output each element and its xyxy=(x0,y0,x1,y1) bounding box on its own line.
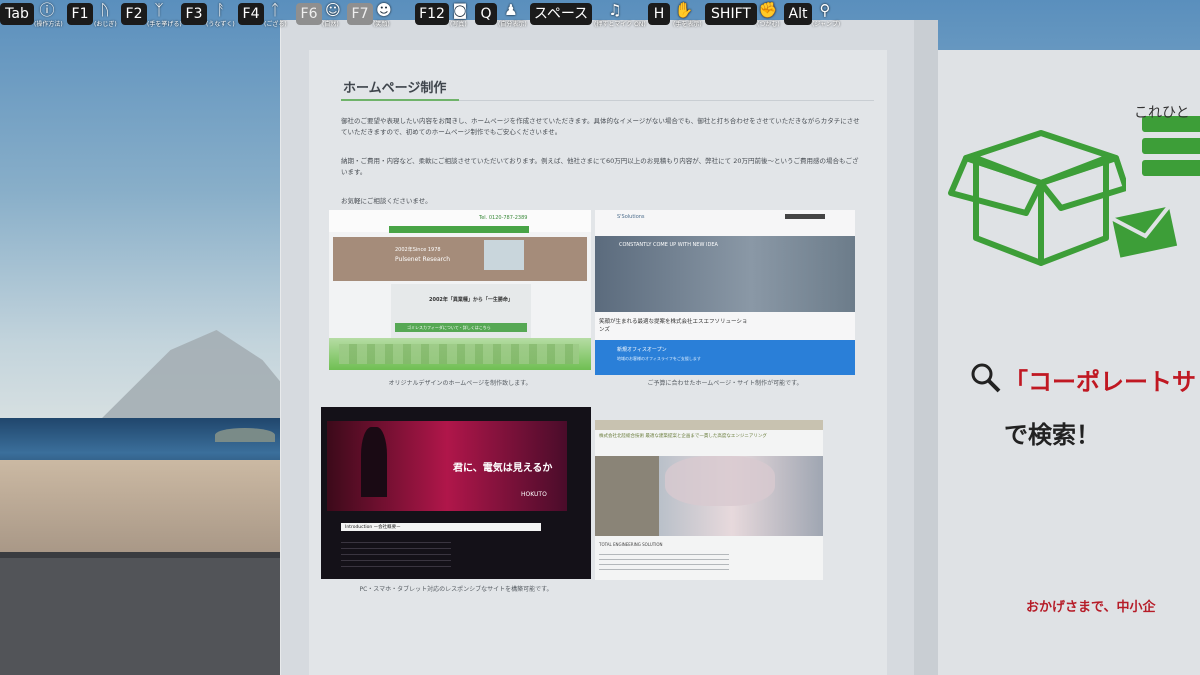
laugh-icon: ☻ xyxy=(376,1,392,19)
contact-paragraph: お気軽にご相談くださいませ。 xyxy=(341,197,432,205)
search-suffix: で検索！ xyxy=(1004,421,1100,449)
sample-site-1: Tel. 0120-787-2389 2002年Since 1978 Pulse… xyxy=(329,210,591,370)
shot2-hero: CONSTANTLY COME UP WITH NEW IDEA xyxy=(619,242,718,248)
key-f4[interactable]: F4 xyxy=(238,3,264,25)
shot1-tel: Tel. 0120-787-2389 xyxy=(479,215,528,221)
key-label: (手を表示) xyxy=(673,21,702,28)
ad-panel[interactable]: これひと 「コーポレートサ で検索！ おかげさまで、中小企 xyxy=(938,50,1200,675)
page-title: ホームページ制作 xyxy=(343,81,447,96)
island xyxy=(215,428,275,442)
shot2-blue-bar: 新規オフィスオープン xyxy=(617,347,667,353)
key-label: (操作方法) xyxy=(34,21,63,28)
grab-icon: ✊ xyxy=(758,1,778,19)
shot2-tagline: 笑顔が生まれる最適な提案を株式会社エスエフソリューションズ xyxy=(599,319,748,333)
key-f2[interactable]: F2 xyxy=(121,3,147,25)
box-icon xyxy=(948,130,1126,266)
key-label: (押すとマイク ON) xyxy=(594,21,646,28)
key-label: (自分表示) xyxy=(498,21,527,28)
sample-site-3: 君に、電気は見えるか HOKUTO Introduction ー会社概要ー xyxy=(321,407,591,579)
search-phrase: 「コーポレートサ xyxy=(1004,368,1196,396)
ad-footer: おかげさまで、中小企 xyxy=(1026,600,1156,615)
key-f7[interactable]: F7 xyxy=(347,3,373,25)
info-icon: ⓘ xyxy=(39,1,55,19)
key-label: (手を挙げる) xyxy=(147,21,182,28)
smile-icon: ☺ xyxy=(325,1,341,19)
raise-hand-icon: ᛉ xyxy=(154,1,164,19)
key-f3[interactable]: F3 xyxy=(181,3,207,25)
mail-icon xyxy=(1111,205,1178,258)
divider xyxy=(459,100,874,101)
key-f1[interactable]: F1 xyxy=(67,3,93,25)
shot3-headline: 君に、電気は見えるか xyxy=(453,463,553,474)
server-icon xyxy=(1142,116,1200,176)
key-shift[interactable]: SHIFT xyxy=(705,3,757,25)
shot3-brand: HOKUTO xyxy=(521,491,547,498)
key-label: (ジャンプ) xyxy=(812,21,841,28)
sample-site-4: 株式会社北陸総合技術 最適な建築提案と企画まで一貫した高度なエンジニアリング T… xyxy=(595,420,823,580)
key-hint-bar: Tab ⓘ (操作方法) F1 ᚢ (おじぎ) F2 ᛉ (手を挙げる) F3 … xyxy=(0,0,1200,30)
caption-3: PC・スマホ・タブレット対応のレスポンシブなサイトを構築可能です。 xyxy=(359,586,553,593)
shot1-hero-sub: Pulsenet Research xyxy=(395,256,451,263)
sample-site-2: S'Solutions CONSTANTLY COME UP WITH NEW … xyxy=(595,210,855,375)
shot1-banner: 2002年「異業種」から「一生勝命」 xyxy=(429,297,513,303)
key-label: (自然) xyxy=(322,21,339,28)
key-q[interactable]: Q xyxy=(475,3,497,25)
key-label: (写真) xyxy=(450,21,467,28)
nod-icon: ᚨ xyxy=(216,1,226,19)
webpage-poster: ホームページ制作 御社のご要望や表現したい内容をお聞きし、ホームページを作成させ… xyxy=(309,50,887,675)
key-space[interactable]: スペース xyxy=(530,3,592,25)
search-icon xyxy=(971,363,1001,393)
shot1-hero-title: 2002年Since 1978 xyxy=(395,247,441,253)
shot2-blue-sub: 地域のお客様のオフィスライフをご支援します xyxy=(617,356,701,361)
key-label: (おじぎ) xyxy=(94,21,117,28)
caption-2: ご予算に合わせたホームページ・サイト制作が可能です。 xyxy=(647,380,803,387)
point-icon: ᛏ xyxy=(270,1,280,19)
jump-icon: ⚲ xyxy=(819,1,831,19)
shot1-cta: ゴミレスカフィーダについて・詳しくはこちら xyxy=(407,325,491,330)
key-alt[interactable]: Alt xyxy=(784,3,812,25)
key-label: (笑顔) xyxy=(373,21,390,28)
key-h[interactable]: H xyxy=(648,3,670,25)
intro-paragraph: 御社のご要望や表現したい内容をお聞きし、ホームページを作成させていただきます。具… xyxy=(341,117,860,136)
camera-icon: ◙ xyxy=(452,1,468,19)
title-underline xyxy=(341,99,459,101)
key-tab[interactable]: Tab xyxy=(0,3,34,25)
caption-1: オリジナルデザインのホームページを制作致します。 xyxy=(388,380,532,387)
bow-icon: ᚢ xyxy=(100,1,110,19)
key-label: (うなずく) xyxy=(206,21,235,28)
key-label: (つかむ) xyxy=(757,21,780,28)
shot4-footer: TOTAL ENGINEERING SOLUTION xyxy=(599,542,663,547)
key-f12[interactable]: F12 xyxy=(415,3,449,25)
shot3-section: Introduction ー会社概要ー xyxy=(345,525,401,530)
pricing-paragraph: 納期・ご費用・内容など、柔軟にご相談させていただいております。例えば、他社さまに… xyxy=(341,157,859,176)
key-label: (ござる) xyxy=(264,21,287,28)
exhibit-panel[interactable]: ホームページ制作 御社のご要望や表現したい内容をお聞きし、ホームページを作成させ… xyxy=(280,20,915,675)
key-f6[interactable]: F6 xyxy=(296,3,322,25)
shot2-logo: S'Solutions xyxy=(617,214,645,220)
hand-icon: ✋ xyxy=(674,1,694,19)
ad-heading: これひと xyxy=(1134,105,1190,121)
mic-icon: ♫ xyxy=(608,1,622,19)
panel-frame xyxy=(914,20,938,675)
shot4-heading: 株式会社北陸総合技術 最適な建築提案と企画まで一貫した高度なエンジニアリング xyxy=(599,434,767,439)
self-view-icon: ♟ xyxy=(504,1,518,19)
